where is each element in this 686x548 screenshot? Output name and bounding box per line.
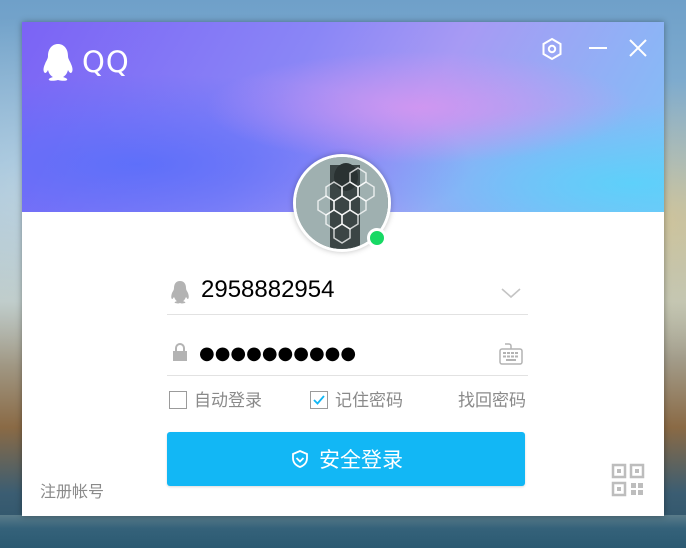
remember-password-label[interactable]: 记住密码: [335, 390, 403, 412]
auto-login-label[interactable]: 自动登录: [194, 390, 262, 412]
auto-login-checkbox[interactable]: [169, 391, 187, 409]
shield-icon: [292, 450, 308, 468]
online-status-indicator: [367, 228, 387, 248]
login-window: QQ 2958882954 ●●●●●●●●●● 自动登录 记住密码 找回密码 …: [22, 22, 664, 516]
chevron-down-icon[interactable]: [498, 280, 524, 306]
close-icon[interactable]: [625, 36, 651, 62]
qq-logo: QQ: [40, 42, 130, 82]
desktop-sea: [0, 515, 686, 548]
account-input[interactable]: 2958882954: [201, 276, 334, 304]
penguin-icon: [169, 280, 191, 304]
logo-text: QQ: [82, 45, 130, 79]
password-input[interactable]: ●●●●●●●●●●: [199, 343, 356, 364]
keyboard-icon[interactable]: [498, 341, 524, 367]
lock-icon: [169, 341, 191, 363]
remember-password-checkbox[interactable]: [310, 391, 328, 409]
qr-code-icon[interactable]: [611, 463, 645, 497]
penguin-logo-icon: [40, 42, 76, 82]
find-password-link[interactable]: 找回密码: [458, 390, 526, 412]
hexagon-settings-icon[interactable]: [539, 36, 565, 62]
login-options: 自动登录 记住密码 找回密码: [168, 390, 526, 414]
checkmark-icon: [313, 395, 325, 405]
password-field[interactable]: ●●●●●●●●●●: [167, 333, 528, 376]
minimize-icon[interactable]: [585, 36, 611, 62]
account-field[interactable]: 2958882954: [167, 272, 528, 315]
secure-login-label: 安全登录: [319, 448, 403, 472]
secure-login-button[interactable]: 安全登录: [167, 432, 525, 486]
register-account-link[interactable]: 注册帐号: [40, 478, 104, 502]
